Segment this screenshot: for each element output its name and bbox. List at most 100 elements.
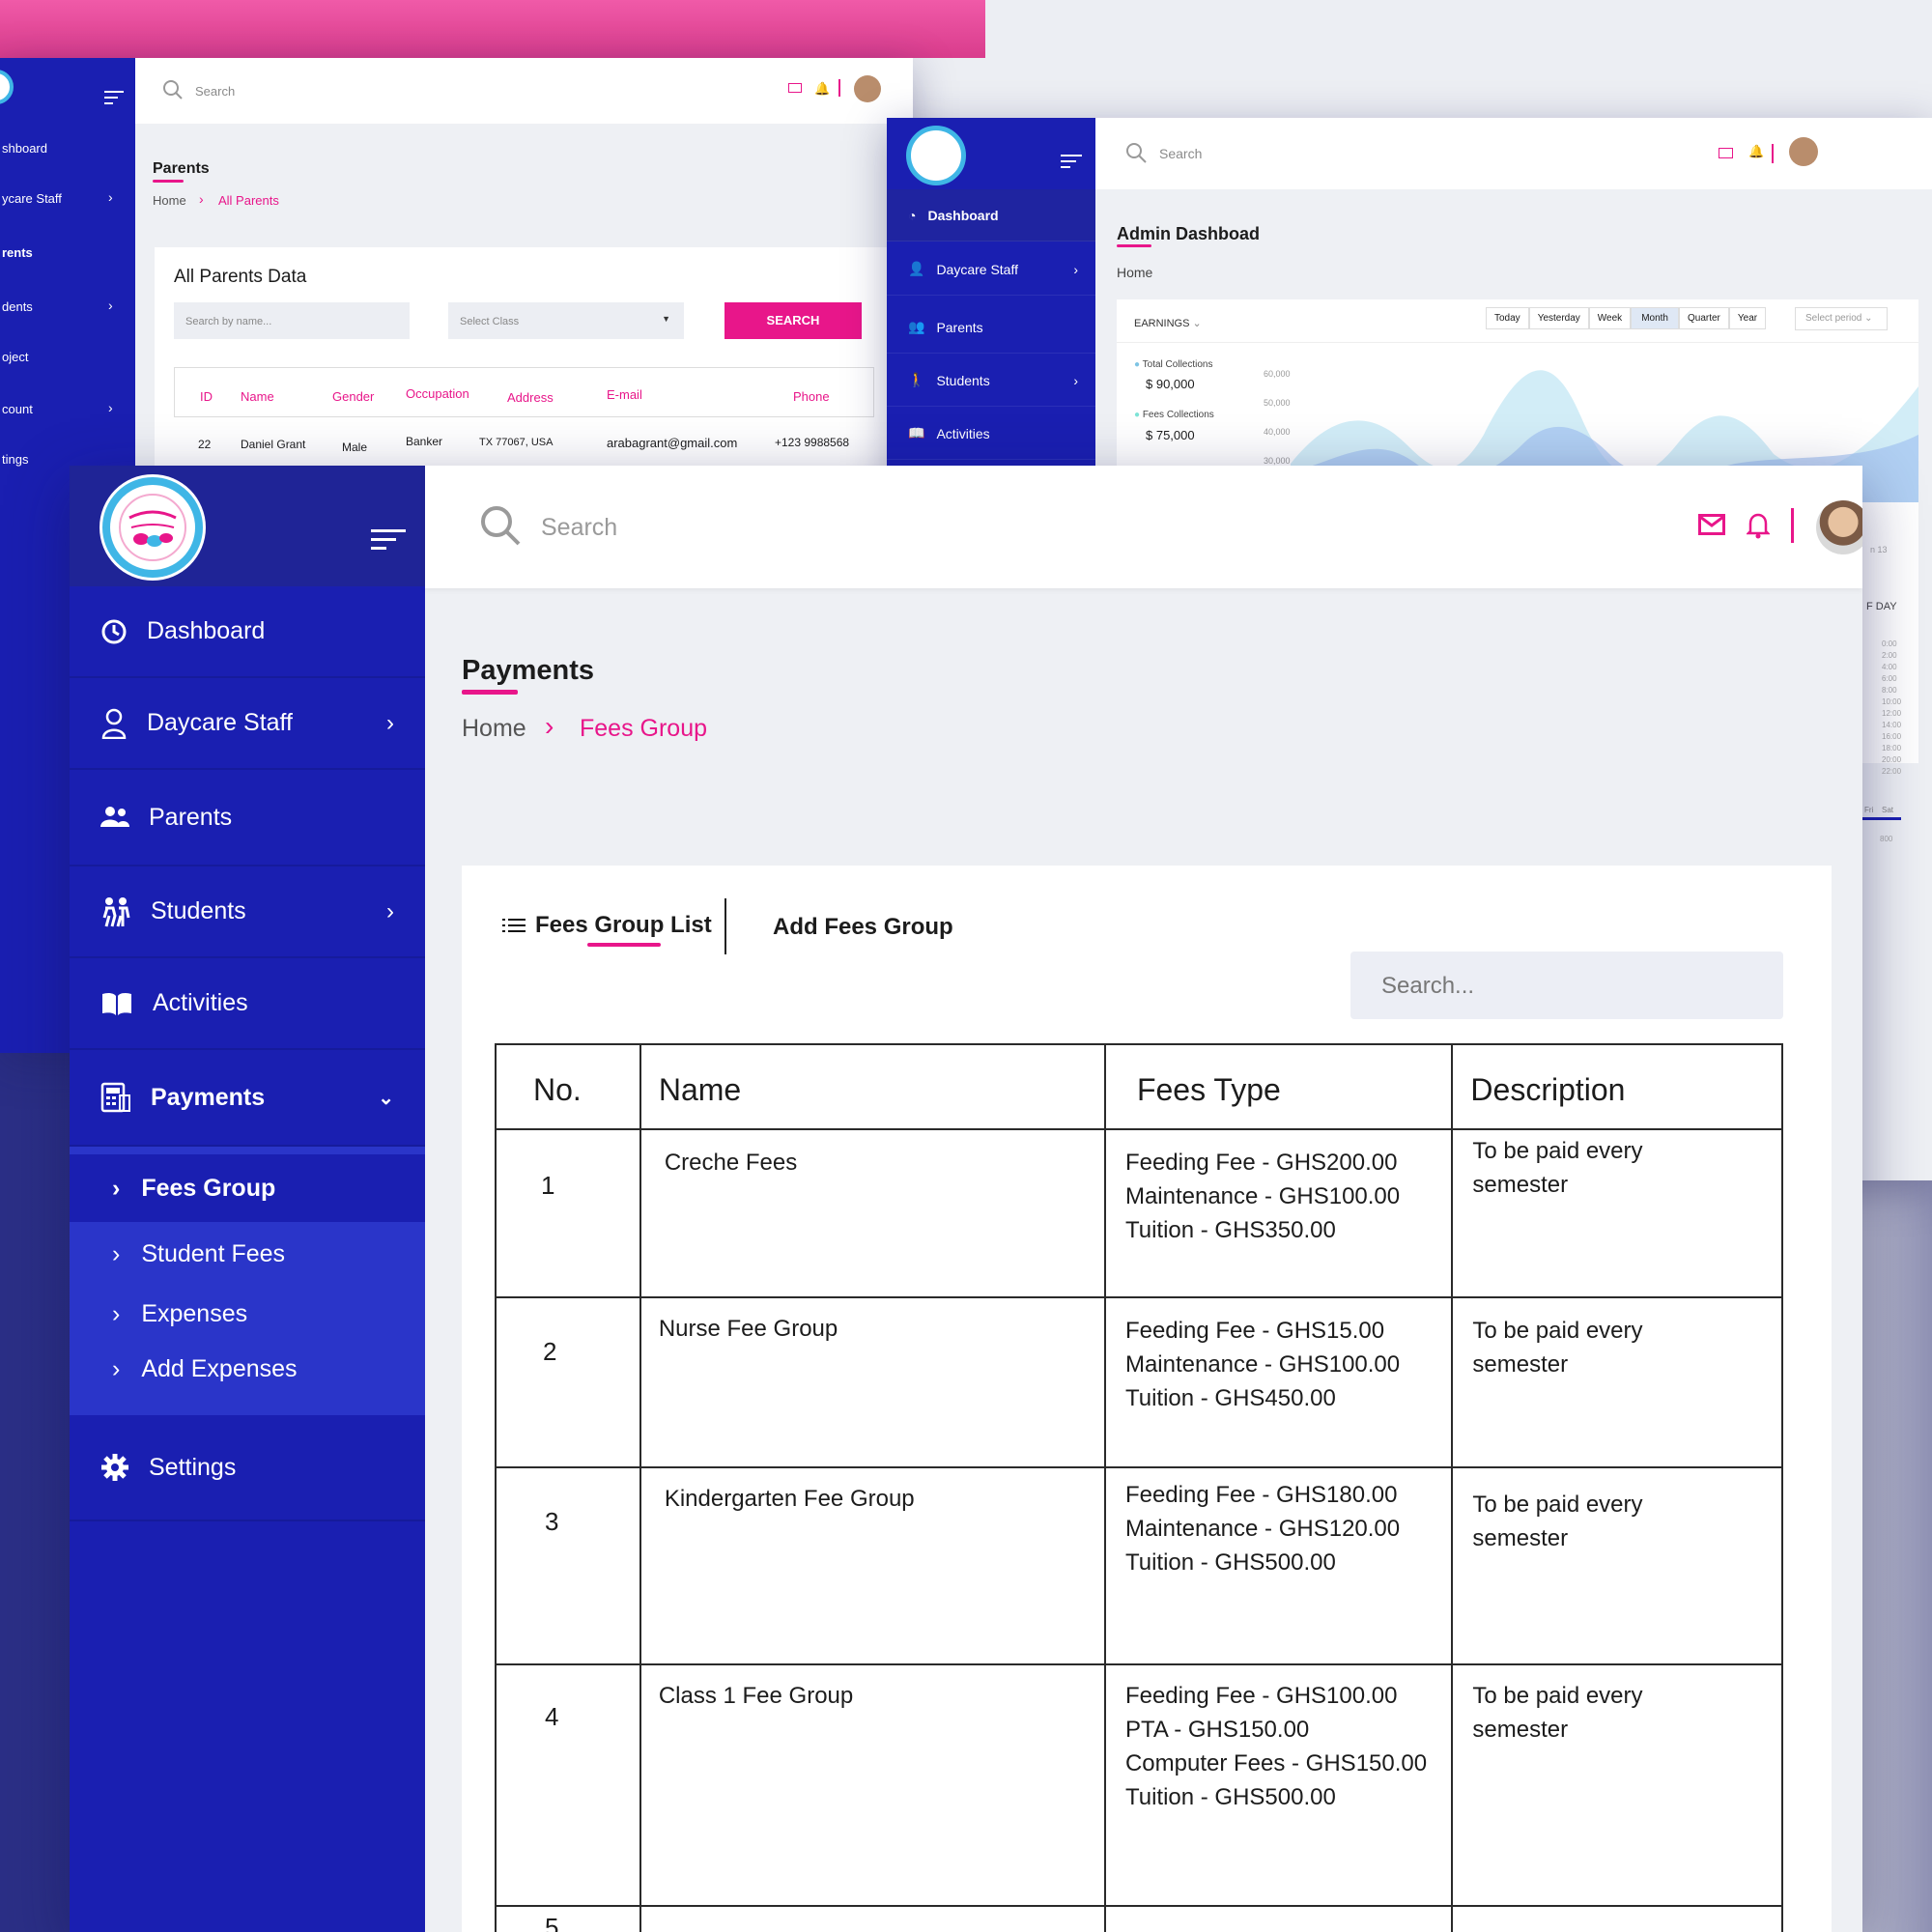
cell-description: [1451, 1905, 1783, 1932]
chevron-right-icon: ›: [545, 711, 554, 741]
fee-line: Computer Fees - GHS150.00: [1124, 1750, 1428, 1776]
title-underline: [1117, 244, 1151, 247]
menu-icon[interactable]: [371, 529, 406, 550]
sidebar-item-dashboard[interactable]: shboard: [0, 141, 135, 156]
sidebar-item-label: Parents: [936, 319, 983, 335]
sidebar-subitem-student-fees[interactable]: › Student Fees: [70, 1222, 425, 1286]
sidebar-item-parents[interactable]: 👥 Parents: [887, 301, 1095, 354]
sidebar-item-settings[interactable]: tings: [0, 452, 135, 467]
avatar[interactable]: [1816, 500, 1862, 554]
sidebar-item-payments[interactable]: Payments ⌄: [70, 1050, 425, 1147]
search-input[interactable]: Search: [1159, 146, 1202, 161]
breadcrumb-current[interactable]: Fees Group: [580, 715, 707, 743]
chevron-right-icon: ›: [112, 1239, 121, 1267]
search-icon: [1126, 143, 1147, 163]
period-select[interactable]: Select period ⌄: [1795, 307, 1888, 330]
students-icon: 🚶: [908, 372, 925, 387]
mail-icon[interactable]: [1719, 148, 1733, 158]
cell-email: arabagrant@gmail.com: [607, 436, 738, 450]
search-button[interactable]: SEARCH: [724, 302, 862, 339]
mail-icon[interactable]: [788, 83, 802, 93]
breadcrumb-current[interactable]: All Parents: [218, 193, 279, 208]
period-month[interactable]: Month: [1631, 307, 1679, 329]
sidebar-subitem-expenses[interactable]: › Expenses: [70, 1286, 425, 1342]
table-row[interactable]: 5: [495, 1905, 1783, 1932]
desc-line: semester: [1472, 1525, 1569, 1551]
column-header: Gender: [332, 389, 375, 404]
avatar[interactable]: [1789, 137, 1818, 166]
class-select[interactable]: Select Class ▼: [448, 302, 684, 339]
column-header: ID: [200, 389, 213, 404]
tab-add-fees-group[interactable]: Add Fees Group: [773, 914, 953, 941]
fee-line: Maintenance - GHS100.00: [1124, 1351, 1401, 1378]
sidebar-item-dashboard[interactable]: ◔ Dashboard: [887, 189, 1095, 242]
sidebar-subitem-label: Student Fees: [141, 1239, 286, 1267]
total-collections-value: $ 90,000: [1146, 377, 1195, 391]
divider: [838, 79, 840, 97]
dashboard-icon: ◔: [908, 207, 917, 223]
table-row[interactable]: 2 Nurse Fee Group Feeding Fee - GHS15.00…: [495, 1296, 1783, 1468]
bell-icon[interactable]: 🔔: [1748, 144, 1764, 159]
sidebar-item-activities[interactable]: Activities: [70, 958, 425, 1050]
period-year[interactable]: Year: [1728, 307, 1767, 329]
fees-collections-label: ● Fees Collections: [1134, 410, 1214, 420]
period-yesterday[interactable]: Yesterday: [1528, 307, 1589, 329]
sidebar-item-students[interactable]: 🚶 Students ›: [887, 355, 1095, 407]
search-input[interactable]: Search: [541, 514, 617, 542]
cell-no: 2: [495, 1296, 641, 1468]
chevron-right-icon: ›: [108, 298, 113, 313]
day-label: F DAY: [1866, 601, 1897, 612]
sidebar-item-students[interactable]: dents: [0, 299, 135, 314]
table-row[interactable]: 4 Class 1 Fee Group Feeding Fee - GHS100…: [495, 1663, 1783, 1907]
table-row[interactable]: 1 Creche Fees Feeding Fee - GHS200.00 Ma…: [495, 1128, 1783, 1298]
sidebar-item-account[interactable]: count: [0, 402, 135, 416]
period-today[interactable]: Today: [1486, 307, 1529, 329]
avatar[interactable]: [854, 75, 881, 102]
sidebar-item-label: Students: [151, 897, 246, 924]
search-name-field[interactable]: Search by name...: [174, 302, 410, 339]
menu-icon[interactable]: [1061, 155, 1082, 168]
sidebar-item-label: Daycare Staff: [147, 709, 294, 736]
fee-line: Maintenance - GHS120.00: [1124, 1516, 1401, 1542]
chevron-right-icon: ›: [112, 1299, 121, 1327]
fee-line: Tuition - GHS500.00: [1124, 1784, 1336, 1810]
breadcrumb-home[interactable]: Home: [462, 715, 526, 743]
desc-line: To be paid every: [1472, 1318, 1643, 1344]
time-tick: 8:00: [1882, 686, 1897, 695]
title-underline: [153, 180, 184, 183]
menu-icon[interactable]: [104, 91, 124, 104]
table-search-input[interactable]: Search...: [1350, 952, 1783, 1019]
chevron-down-icon: ⌄: [1192, 318, 1202, 329]
chevron-down-icon: ⌄: [378, 1087, 394, 1109]
sidebar-subitem-label: Expenses: [141, 1299, 248, 1327]
sidebar-item-activities[interactable]: 📖 Activities: [887, 408, 1095, 460]
table-row[interactable]: 3 Kindergarten Fee Group Feeding Fee - G…: [495, 1466, 1783, 1665]
sidebar-item-dashboard[interactable]: Dashboard: [70, 586, 425, 678]
search-input[interactable]: Search: [195, 84, 235, 99]
period-week[interactable]: Week: [1588, 307, 1632, 329]
sidebar-item-daycare-staff[interactable]: Daycare Staff ›: [70, 678, 425, 770]
chevron-right-icon: ›: [1073, 261, 1078, 277]
mail-icon[interactable]: [1698, 514, 1725, 535]
breadcrumb-home[interactable]: Home: [153, 193, 186, 208]
period-quarter[interactable]: Quarter: [1678, 307, 1729, 329]
bell-icon[interactable]: [1747, 512, 1770, 539]
sidebar-item-parents[interactable]: rents: [0, 245, 135, 260]
tab-fees-group-list[interactable]: Fees Group List: [502, 912, 712, 939]
cell-no: 1: [495, 1128, 641, 1298]
divider: [1117, 342, 1918, 343]
sidebar-subitem-add-expenses[interactable]: › Add Expenses: [70, 1342, 425, 1396]
label-text: Total Collections: [1142, 359, 1213, 370]
earnings-label[interactable]: EARNINGS ⌄: [1134, 317, 1202, 329]
sidebar-subitem-fees-group[interactable]: › Fees Group: [70, 1154, 425, 1222]
sidebar-item-parents[interactable]: Parents: [70, 770, 425, 867]
sidebar-item-project[interactable]: oject: [0, 350, 135, 364]
sidebar-item-students[interactable]: Students ›: [70, 867, 425, 958]
sidebar-item-daycare-staff[interactable]: 👤 Daycare Staff ›: [887, 243, 1095, 296]
bell-icon[interactable]: 🔔: [814, 81, 830, 97]
cell-no: 3: [495, 1466, 641, 1665]
list-icon: [502, 919, 526, 932]
sidebar-item-settings[interactable]: Settings: [70, 1415, 425, 1521]
sidebar-item-daycare-staff[interactable]: ycare Staff: [0, 191, 135, 206]
breadcrumb-home[interactable]: Home: [1117, 265, 1152, 280]
